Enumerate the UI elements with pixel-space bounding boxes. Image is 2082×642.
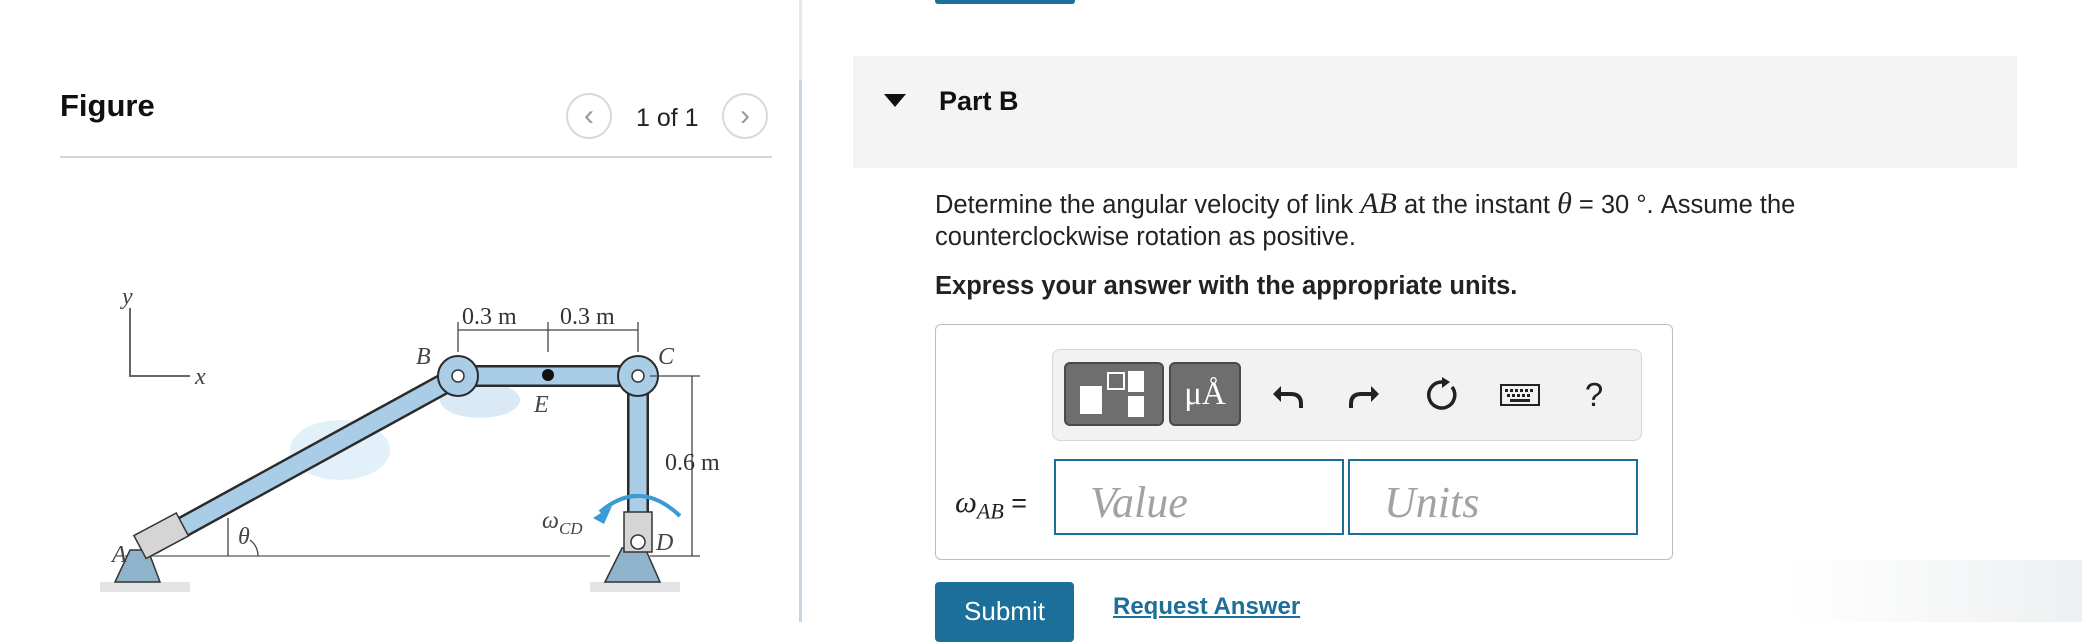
coordinate-axes: [129, 308, 190, 377]
help-button[interactable]: ?: [1570, 371, 1618, 419]
angle-label: θ: [238, 524, 250, 550]
pin-d: [630, 534, 646, 550]
templates-icon: [1080, 371, 1144, 417]
point-label: D: [655, 530, 673, 556]
point-label: E: [533, 392, 549, 418]
mechanism-figure: y x 0.3 m 0.3 m 0.6 m B C E D A θ ωCD: [100, 284, 720, 592]
reset-button[interactable]: [1418, 371, 1466, 419]
previous-figure-button[interactable]: ‹: [566, 93, 612, 139]
question-text: Determine the angular velocity of link A…: [935, 187, 1796, 252]
angle-arc: [249, 539, 259, 557]
collar-a: [132, 511, 190, 560]
link-ab: [143, 367, 467, 553]
part-header[interactable]: [853, 56, 2017, 168]
submit-button[interactable]: Submit: [935, 582, 1074, 642]
figure-title: Figure: [60, 88, 155, 123]
keyboard-button[interactable]: [1496, 371, 1544, 419]
link-variable: AB: [1360, 187, 1397, 220]
value-input[interactable]: [1054, 459, 1344, 535]
omega-cd-label: ωCD: [542, 508, 583, 538]
point-label: C: [658, 344, 675, 370]
panel-splitter-accent: [799, 80, 802, 622]
answer-label: ωAB =: [955, 484, 1028, 524]
top-button-edge[interactable]: [935, 0, 1075, 4]
undo-button[interactable]: [1264, 371, 1312, 419]
units-button[interactable]: μÅ: [1169, 362, 1241, 426]
dimension-label: 0.3 m: [462, 304, 517, 330]
dimension-label: 0.3 m: [560, 304, 615, 330]
theta-variable: θ: [1557, 187, 1572, 220]
figure-divider: [60, 156, 772, 158]
templates-button[interactable]: [1064, 362, 1164, 426]
part-title[interactable]: Part B: [939, 86, 1019, 117]
next-figure-button[interactable]: ›: [722, 93, 768, 139]
units-input[interactable]: [1348, 459, 1638, 535]
dimension-label: 0.6 m: [665, 450, 720, 476]
chevron-right-icon: ›: [740, 99, 750, 132]
point-e-marker: [542, 369, 554, 381]
reset-icon: [1427, 377, 1457, 410]
instruction-text: Express your answer with the appropriate…: [935, 272, 1518, 300]
chevron-left-icon: ‹: [584, 99, 594, 132]
undo-icon: [1273, 386, 1303, 408]
axis-x-label: x: [194, 364, 206, 390]
page-indicator: 1 of 1: [636, 104, 699, 132]
redo-button[interactable]: [1340, 371, 1388, 419]
request-answer-link[interactable]: Request Answer: [1113, 593, 1300, 621]
keyboard-icon: [1500, 384, 1540, 406]
axis-y-label: y: [120, 284, 133, 310]
redo-icon: [1349, 386, 1379, 408]
caret-down-icon[interactable]: [884, 94, 906, 107]
point-label: A: [110, 542, 127, 568]
screen-glare: [1790, 560, 2082, 622]
point-label: B: [416, 344, 431, 370]
